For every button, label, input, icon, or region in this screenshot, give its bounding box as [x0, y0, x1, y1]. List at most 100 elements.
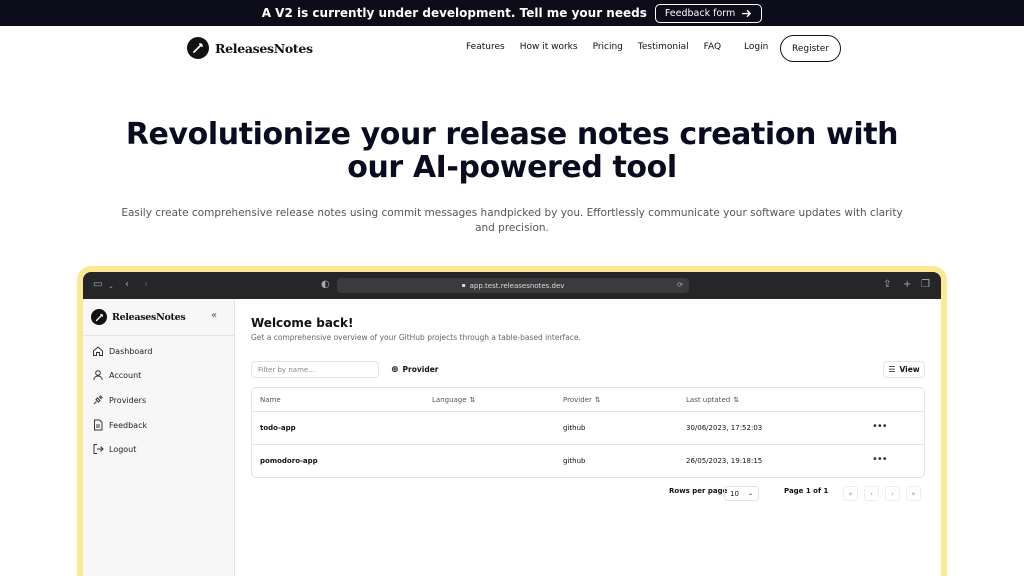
plug-icon: [93, 395, 103, 405]
tabs-overview-icon: ❐: [921, 279, 930, 290]
reload-icon: ⟳: [677, 281, 683, 289]
column-header-label: Last uptated: [686, 396, 731, 404]
announcement-bar: A V2 is currently under development. Tel…: [0, 0, 1024, 26]
page-indicator: Page 1 of 1: [784, 487, 829, 495]
register-button[interactable]: Register: [780, 35, 841, 62]
nav-link-how-it-works[interactable]: How it works: [520, 42, 578, 52]
last-page-button[interactable]: »: [906, 486, 921, 501]
brand-logo[interactable]: ReleasesNotes: [187, 37, 313, 59]
top-nav: ReleasesNotes Features How it works Pric…: [0, 26, 1024, 70]
table-header: Name Language ⇅ Provider ⇅ Last uptated: [252, 388, 924, 412]
welcome-title: Welcome back!: [251, 316, 354, 330]
first-page-button[interactable]: «: [843, 486, 858, 501]
home-icon: [93, 346, 103, 356]
cell-last-updated: 26/05/2023, 19:18:15: [686, 457, 763, 465]
sidebar-item-label: Feedback: [109, 420, 148, 430]
sidebar-divider: [83, 335, 235, 336]
browser-toolbar: ▭ ⌄ ‹ › ◐ ▪ app.test.releasesnotes.dev ⟳…: [83, 272, 941, 299]
hero-title: Revolutionize your release notes creatio…: [0, 118, 1024, 184]
double-chevron-left-icon: «: [848, 489, 853, 498]
url-bar[interactable]: ▪ app.test.releasesnotes.dev ⟳: [337, 278, 689, 293]
cell-last-updated: 30/06/2023, 17:52:03: [686, 424, 763, 432]
column-header-label: Language: [432, 396, 467, 404]
app-sidebar: ReleasesNotes « Dashboard Account Provid…: [83, 299, 235, 576]
file-icon: [94, 419, 103, 431]
projects-table: Name Language ⇅ Provider ⇅ Last uptated: [251, 387, 925, 478]
sidebar-item-label: Providers: [109, 395, 147, 405]
nav-link-features[interactable]: Features: [466, 42, 505, 52]
sliders-icon: ☰: [888, 365, 896, 374]
nav-link-faq[interactable]: FAQ: [704, 42, 721, 52]
shield-icon: ◐: [321, 279, 330, 290]
sidebar-item-providers[interactable]: Providers: [92, 394, 146, 406]
plus-circle-icon: ⊕: [391, 364, 399, 375]
app-preview-frame: ▭ ⌄ ‹ › ◐ ▪ app.test.releasesnotes.dev ⟳…: [77, 266, 947, 576]
view-options-button[interactable]: ☰ View: [883, 361, 925, 378]
sidebar-item-label: Account: [109, 370, 142, 380]
forward-icon: ›: [144, 279, 148, 290]
user-icon: [93, 370, 103, 381]
row-actions-icon[interactable]: •••: [872, 421, 888, 432]
sidebar-item-account[interactable]: Account: [92, 369, 141, 381]
hero-subtitle: Easily create comprehensive release note…: [121, 207, 903, 234]
browser-window: ▭ ⌄ ‹ › ◐ ▪ app.test.releasesnotes.dev ⟳…: [83, 272, 941, 576]
view-options-label: View: [899, 365, 920, 374]
pen-icon: [91, 309, 107, 325]
chevron-right-icon: ›: [891, 489, 894, 498]
cell-name: todo-app: [260, 424, 296, 432]
chevron-left-icon: ‹: [870, 489, 873, 498]
previous-page-button[interactable]: ‹: [864, 486, 879, 501]
sidebar-item-dashboard[interactable]: Dashboard: [92, 345, 152, 357]
announcement-text: A V2 is currently under development. Tel…: [261, 6, 647, 20]
sidebar-item-label: Logout: [109, 444, 137, 454]
feedback-form-label: Feedback form: [664, 7, 736, 19]
table-row[interactable]: pomodoro-app github 26/05/2023, 19:18:15…: [252, 445, 924, 478]
sidebar-brand-name: ReleasesNotes: [112, 311, 186, 323]
column-header-name: Name: [260, 396, 281, 404]
sort-icon: ⇅: [469, 396, 476, 404]
column-header-label: Name: [260, 396, 281, 404]
login-link[interactable]: Login: [744, 42, 768, 52]
double-chevron-right-icon: »: [911, 489, 916, 498]
sort-icon: ⇅: [594, 396, 601, 404]
dashboard-main: Welcome back! Get a comprehensive overvi…: [235, 299, 941, 576]
column-header-language[interactable]: Language ⇅: [432, 396, 475, 404]
provider-filter-button[interactable]: ⊕ Provider: [385, 361, 445, 378]
next-page-button[interactable]: ›: [885, 486, 900, 501]
rows-per-page-select[interactable]: 10 ⌄: [724, 486, 759, 501]
nav-link-pricing[interactable]: Pricing: [593, 42, 623, 52]
pen-icon: [187, 37, 209, 59]
nav-links: Features How it works Pricing Testimonia…: [458, 42, 736, 52]
sort-icon: ⇅: [733, 396, 740, 404]
column-header-last-updated[interactable]: Last uptated ⇅: [686, 396, 739, 404]
sidebar-brand[interactable]: ReleasesNotes: [91, 309, 186, 325]
column-header-provider[interactable]: Provider ⇅: [563, 396, 601, 404]
app-dashboard: ReleasesNotes « Dashboard Account Provid…: [83, 299, 941, 576]
cell-provider: github: [563, 424, 586, 432]
rows-per-page-label: Rows per page: [669, 487, 728, 495]
welcome-subtitle: Get a comprehensive overview of your Git…: [251, 333, 581, 342]
brand-name: ReleasesNotes: [215, 40, 313, 56]
row-actions-icon[interactable]: •••: [872, 454, 888, 465]
sidebar-item-feedback[interactable]: Feedback: [92, 419, 147, 431]
lock-icon: ▪: [461, 282, 466, 289]
back-icon: ‹: [125, 279, 129, 290]
column-header-label: Provider: [563, 396, 592, 404]
sidebar-toggle-icon: ▭: [93, 279, 103, 290]
feedback-form-button[interactable]: Feedback form: [654, 3, 763, 23]
cell-name: pomodoro-app: [260, 457, 318, 465]
sidebar-item-logout[interactable]: Logout: [92, 443, 136, 455]
nav-link-testimonial[interactable]: Testimonial: [638, 42, 689, 52]
table-row[interactable]: todo-app github 30/06/2023, 17:52:03 •••: [252, 412, 924, 445]
rows-per-page-value: 10: [730, 489, 739, 498]
share-icon: ⇪: [883, 279, 892, 290]
chevron-down-icon: ⌄: [108, 282, 114, 290]
filter-by-name-input[interactable]: Filter by name...: [251, 361, 379, 378]
sidebar-item-label: Dashboard: [109, 346, 153, 356]
url-text: app.test.releasesnotes.dev: [469, 281, 565, 290]
chevron-down-icon: ⌄: [747, 490, 753, 497]
hero-title-line-2: our AI-powered tool: [347, 150, 677, 185]
arrow-right-icon: [742, 9, 752, 17]
provider-filter-label: Provider: [402, 365, 439, 374]
collapse-sidebar-icon[interactable]: «: [211, 310, 217, 321]
